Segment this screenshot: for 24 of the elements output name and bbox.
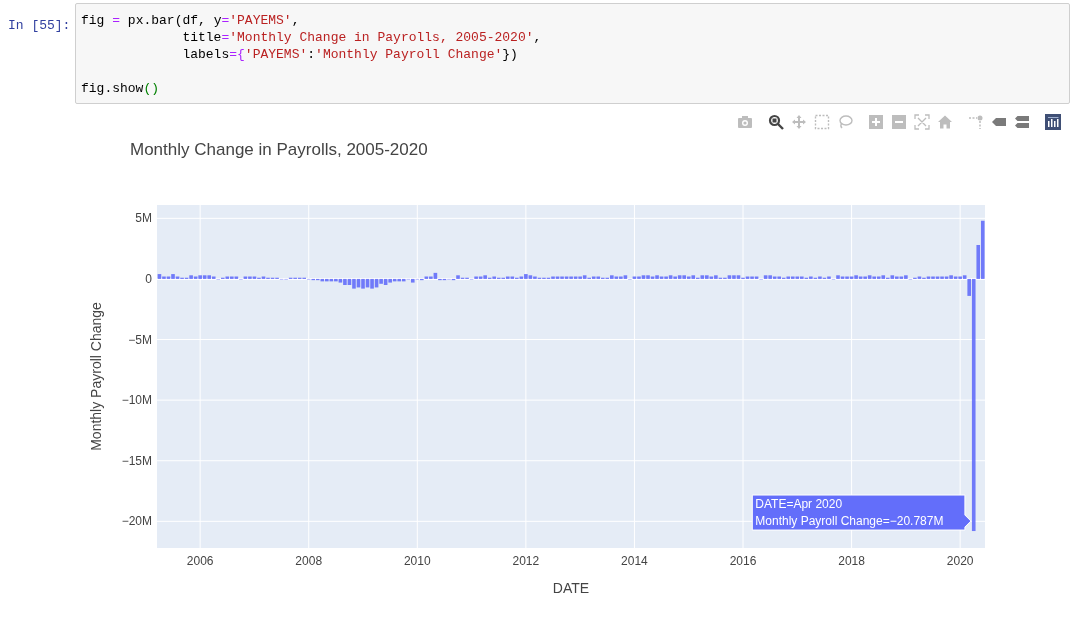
y-tick-label: −5M xyxy=(128,332,152,347)
chart-title: Monthly Change in Payrolls, 2005-2020 xyxy=(130,140,428,159)
code-line: title='Monthly Change in Payrolls, 2005-2020', xyxy=(181,30,542,45)
y-tick-label: −10M xyxy=(121,393,152,408)
y-tick-label: 0 xyxy=(145,271,152,286)
x-tick-label: 2020 xyxy=(946,554,974,568)
code-line: fig = px.bar(df, y='PAYEMS', xyxy=(81,13,300,28)
hover-tooltip: DATE=Apr 2020 Monthly Payroll Change=−20.787M xyxy=(751,494,972,531)
x-tick-label: 2016 xyxy=(729,554,757,568)
code-line: fig.show() xyxy=(81,81,160,96)
code-line: labels={'PAYEMS':'Monthly Payroll Change'}) xyxy=(181,47,518,62)
y-tick-label: 5M xyxy=(135,211,152,226)
x-tick-label: 2012 xyxy=(512,554,540,568)
cell-prompt: In [55]: xyxy=(8,18,71,33)
y-tick-label: −20M xyxy=(121,514,152,529)
y-tick-label: −15M xyxy=(121,453,152,468)
code-cell[interactable]: fig = px.bar(df, y='PAYEMS', title='Monthly Change in Payrolls, 2005-2020', labels={'PAYEMS':'Monthly Payroll Change'}) fig.show() xyxy=(75,3,1070,104)
y-axis-title: Monthly Payroll Change xyxy=(88,302,104,451)
x-tick-label: 2006 xyxy=(186,554,214,568)
x-axis-title: DATE xyxy=(552,580,590,596)
x-tick-label: 2010 xyxy=(403,554,431,568)
x-tick-label: 2008 xyxy=(295,554,323,568)
x-tick-label: 2018 xyxy=(838,554,865,568)
x-tick-label: 2014 xyxy=(621,554,648,568)
